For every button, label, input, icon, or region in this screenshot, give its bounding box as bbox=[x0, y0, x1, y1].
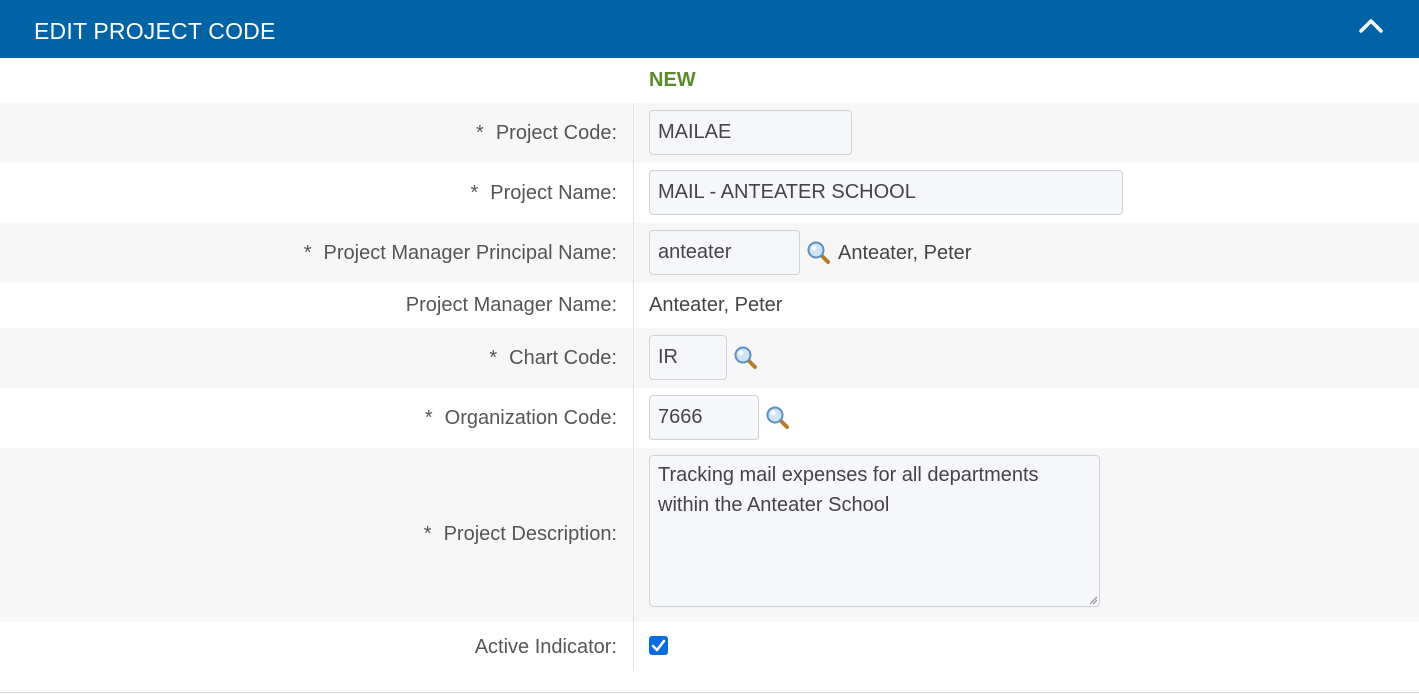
required-marker: * bbox=[470, 182, 479, 204]
pm-principal-input[interactable] bbox=[649, 230, 800, 275]
required-marker: * bbox=[423, 523, 432, 545]
org-code-input[interactable] bbox=[649, 395, 759, 440]
required-marker: * bbox=[424, 407, 433, 429]
pm-name-value: Anteater, Peter bbox=[649, 294, 783, 316]
project-name-input[interactable] bbox=[649, 170, 1123, 215]
active-indicator-label: Active Indicator: bbox=[474, 636, 617, 658]
pm-lookup-result: Anteater, Peter bbox=[838, 242, 972, 264]
project-code-input[interactable] bbox=[649, 110, 852, 155]
project-code-label: * Project Code: bbox=[476, 122, 617, 144]
status-label: NEW bbox=[649, 69, 696, 91]
collapse-button[interactable] bbox=[1357, 14, 1385, 38]
search-icon[interactable] bbox=[806, 240, 832, 266]
pm-name-label: Project Manager Name: bbox=[405, 294, 617, 316]
checkmark-icon bbox=[651, 639, 666, 652]
chart-code-input[interactable] bbox=[649, 335, 727, 380]
active-indicator-checkbox[interactable] bbox=[649, 636, 668, 655]
panel-title: EDIT PROJECT CODE bbox=[34, 18, 276, 44]
panel-header: EDIT PROJECT CODE bbox=[0, 0, 1419, 58]
search-icon[interactable] bbox=[765, 405, 791, 431]
chart-code-label: * Chart Code: bbox=[489, 347, 617, 369]
project-name-label: * Project Name: bbox=[470, 182, 617, 204]
required-marker: * bbox=[489, 347, 498, 369]
chevron-up-icon bbox=[1359, 19, 1383, 33]
search-icon[interactable] bbox=[733, 345, 759, 371]
pm-principal-row: * Project Manager Principal Name: Anteate… bbox=[0, 223, 1419, 283]
project-description-textarea[interactable] bbox=[649, 455, 1100, 607]
required-marker: * bbox=[476, 122, 484, 144]
org-code-row: * Organization Code: bbox=[0, 388, 1419, 448]
project-name-row: * Project Name: bbox=[0, 163, 1419, 223]
active-indicator-row: Active Indicator: bbox=[0, 622, 1419, 672]
required-marker: * bbox=[303, 242, 312, 264]
pm-name-row: Project Manager Name: Anteater, Peter bbox=[0, 283, 1419, 328]
project-description-row: * Project Description: bbox=[0, 448, 1419, 622]
pm-principal-label: * Project Manager Principal Name: bbox=[303, 242, 617, 264]
resize-handle[interactable] bbox=[1089, 596, 1098, 605]
project-code-row: * Project Code: bbox=[0, 103, 1419, 163]
column-divider bbox=[633, 103, 634, 671]
org-code-label: * Organization Code: bbox=[424, 407, 617, 429]
panel-bottom-border bbox=[0, 692, 1419, 693]
project-description-label: * Project Description: bbox=[423, 523, 617, 545]
chart-code-row: * Chart Code: bbox=[0, 328, 1419, 388]
